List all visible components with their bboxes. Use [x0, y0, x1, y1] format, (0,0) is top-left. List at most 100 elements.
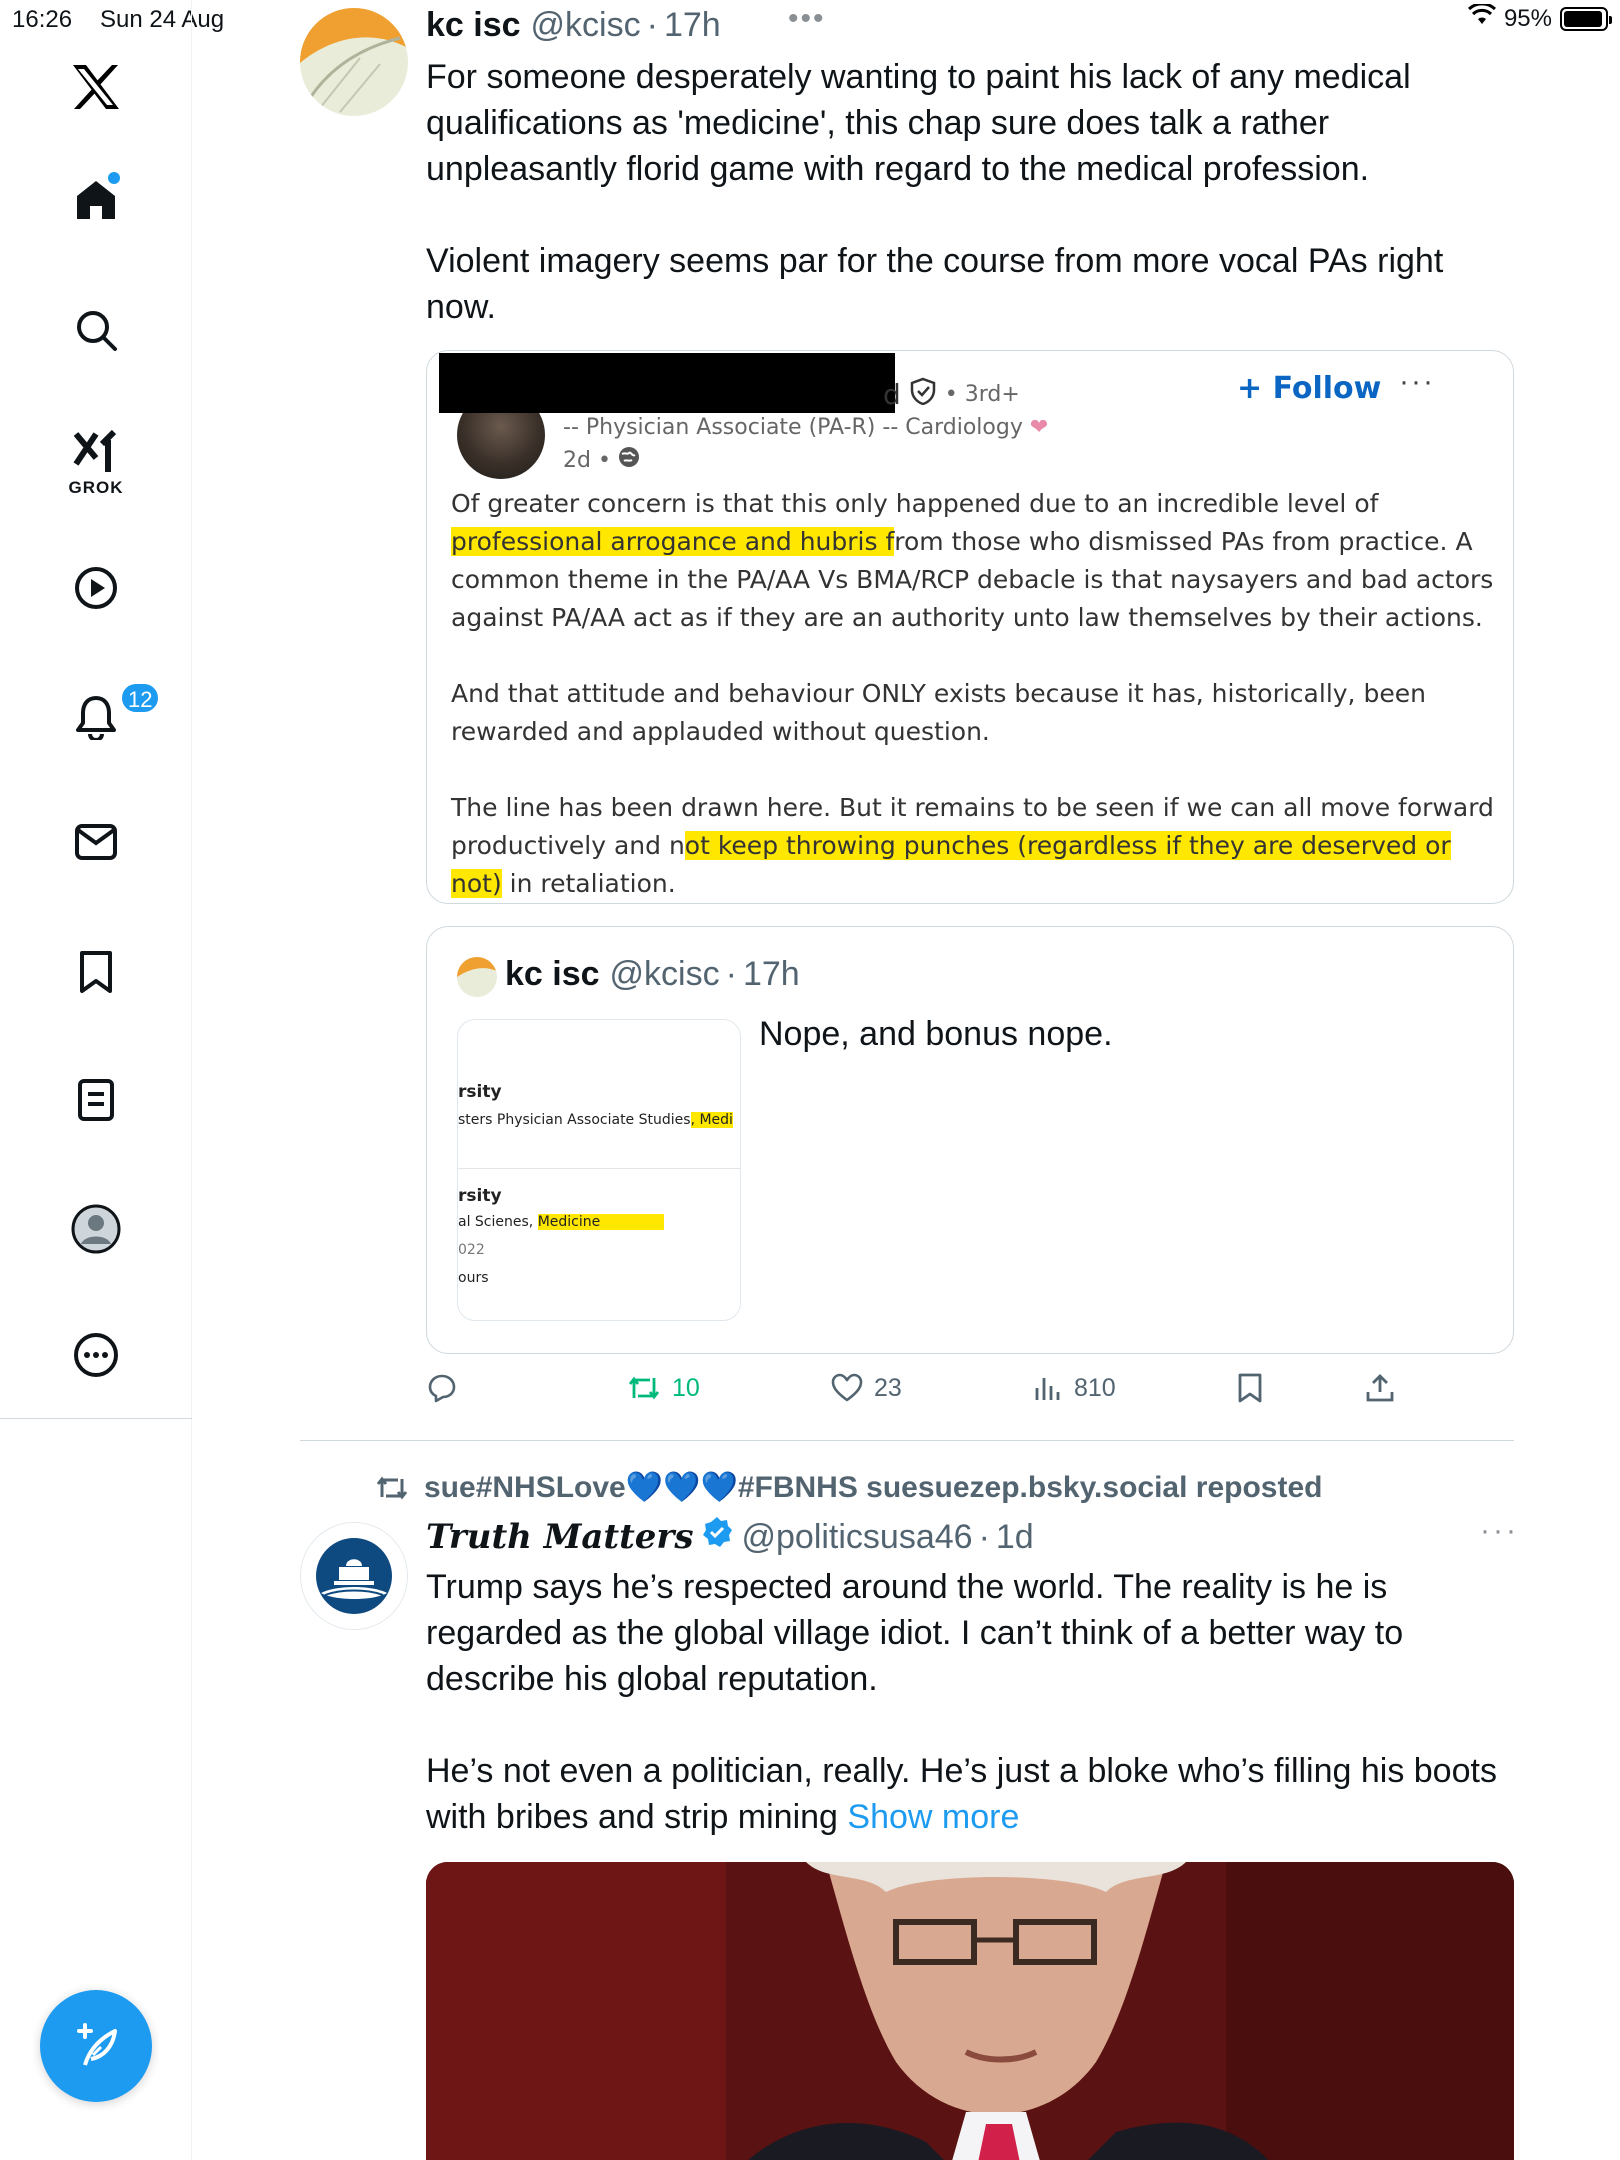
sidebar-divider: [0, 1418, 192, 1419]
linkedin-degree: • 3rd+: [944, 382, 1020, 407]
dot-separator: ·: [978, 1518, 990, 1556]
reply-icon: [428, 1374, 456, 1403]
tweet2-handle[interactable]: @politicsusa46: [741, 1518, 972, 1557]
repost-context[interactable]: sue#NHSLove💙💙💙#FBNHS suesuezep.bsky.soci…: [374, 1470, 1322, 1505]
wifi-icon: [1467, 2, 1496, 33]
notifications-icon[interactable]: 12: [74, 682, 161, 740]
views-count: 810: [1074, 1373, 1116, 1402]
battery-icon: [1560, 6, 1612, 31]
messages-icon[interactable]: [74, 822, 118, 862]
like-button[interactable]: 23: [830, 1372, 902, 1404]
linkedin-follow-button: + Follow: [1237, 371, 1382, 406]
more-icon[interactable]: [73, 1332, 119, 1378]
compose-button[interactable]: [40, 1990, 152, 2102]
video-icon[interactable]: [74, 566, 118, 610]
repost-icon: [628, 1376, 660, 1400]
blue-hearts: 💙💙💙: [625, 1471, 738, 1504]
views-button[interactable]: 810: [1032, 1372, 1116, 1404]
tweet2-author-name[interactable]: Truth Matters: [426, 1517, 693, 1557]
tweet2-text: Trump says he’s respected around the wor…: [426, 1564, 1516, 1840]
shield-verified-icon: [909, 377, 937, 412]
compose-feather-icon: [77, 2023, 117, 2066]
battery-percent: 95%: [1503, 4, 1552, 32]
grok-icon[interactable]: GROK: [69, 428, 123, 497]
views-icon: [1035, 1378, 1060, 1400]
profile-avatar[interactable]: [71, 1204, 121, 1254]
verified-badge-icon: [701, 1516, 733, 1548]
bookmark-button[interactable]: [1236, 1372, 1264, 1404]
notification-badge: 12: [120, 682, 161, 714]
tweet1-time[interactable]: 17h: [664, 6, 721, 45]
linkedin-paragraph: Of greater concern is that this only hap…: [451, 485, 1501, 637]
media-separator: [458, 1168, 740, 1169]
heart-icon: ❤: [1029, 415, 1049, 440]
globe-icon: [617, 445, 641, 475]
linkedin-post-body: Of greater concern is that this only hap…: [451, 485, 1501, 903]
tweet1-author-name[interactable]: kc isc: [426, 6, 521, 45]
quoted-text: Nope, and bonus nope.: [759, 1015, 1113, 1053]
tweet1-handle[interactable]: @kcisc: [531, 6, 641, 45]
quoted-tweet[interactable]: kc isc @kcisc · 17h rsity sters Physicia…: [426, 926, 1514, 1354]
media-entry-line: al Scienes, Medicine: [458, 1214, 665, 1230]
linkedin-text: Of greater concern is that this only hap…: [451, 489, 1379, 518]
search-icon[interactable]: [74, 308, 118, 352]
media-entry-line: sters Physician Associate Studies, Medi: [458, 1112, 733, 1128]
bookmarks-icon[interactable]: [78, 950, 114, 994]
sidebar: GROK 12: [0, 0, 192, 2160]
media-text: sters Physician Associate Studies: [458, 1112, 691, 1128]
linkedin-text: in retaliation.: [501, 869, 676, 898]
reply-button[interactable]: [426, 1372, 468, 1404]
tweet2-paragraph: He’s not even a politician, really. He’s…: [426, 1748, 1516, 1840]
linkedin-highlight: professional arrogance and hubris f: [451, 527, 895, 556]
tweet1-paragraph: For someone desperately wanting to paint…: [426, 58, 1411, 188]
quoted-handle: @kcisc: [609, 955, 720, 993]
reposted-by: sue#NHSLove💙💙💙#FBNHS suesuezep.bsky.soci…: [424, 1470, 1322, 1505]
media-entry-year: 022: [458, 1242, 485, 1258]
media-entry-extra: ours: [458, 1270, 489, 1286]
battery-fill: [1564, 10, 1602, 27]
linkedin-time-text: 2d •: [563, 447, 611, 473]
multitasking-dots[interactable]: •••: [788, 2, 826, 36]
repost-context-icon: [376, 1476, 408, 1499]
show-more-link[interactable]: Show more: [847, 1798, 1019, 1836]
tweet2-more-icon[interactable]: ···: [1480, 1514, 1519, 1548]
tweet2-header: Truth Matters @politicsusa46 · 1d: [426, 1516, 1034, 1557]
bookmark-icon: [1238, 1373, 1262, 1403]
status-bar: 16:26 Sun 24 Aug ••• 95%: [0, 0, 1620, 40]
share-button[interactable]: [1364, 1372, 1396, 1404]
home-icon[interactable]: [74, 172, 120, 222]
tweet1-paragraph: Violent imagery seems par for the course…: [426, 242, 1444, 326]
repost-suffix: #FBNHS suesuezep.bsky.social reposted: [737, 1471, 1323, 1504]
media-highlight: Medicine: [537, 1214, 665, 1230]
quoted-header: kc isc @kcisc · 17h: [505, 955, 800, 994]
grok-label: GROK: [68, 478, 124, 497]
lists-icon[interactable]: [77, 1078, 115, 1122]
redaction-bar: [439, 353, 895, 413]
quoted-time: 17h: [742, 955, 800, 993]
quoted-media[interactable]: rsity sters Physician Associate Studies,…: [457, 1019, 741, 1321]
tweet2-time[interactable]: 1d: [996, 1518, 1034, 1557]
repost-button[interactable]: 10: [626, 1372, 700, 1404]
linkedin-name: d • 3rd+: [883, 377, 1020, 412]
truth-matters-avatar[interactable]: [300, 1522, 408, 1630]
home-unread-dot: [108, 172, 120, 184]
media-entry-title: rsity: [458, 1186, 502, 1206]
media-text: al Scienes,: [458, 1214, 538, 1230]
linkedin-more-icon: ···: [1399, 365, 1435, 398]
dot-separator: ·: [646, 6, 658, 44]
linkedin-headline: -- Physician Associate (PA-R) -- Cardiol…: [563, 415, 1048, 440]
share-icon: [1366, 1374, 1394, 1402]
kcisc-avatar[interactable]: [300, 8, 408, 116]
tweet2-media-photo[interactable]: [426, 1862, 1514, 2160]
status-right: 95%: [1467, 2, 1612, 33]
repost-count: 10: [672, 1373, 700, 1402]
quoted-author-name: kc isc: [505, 955, 600, 993]
linkedin-paragraph: The line has been drawn here. But it rem…: [451, 789, 1501, 903]
like-count: 23: [874, 1373, 902, 1402]
linkedin-paragraph: And that attitude and behaviour ONLY exi…: [451, 679, 1426, 746]
x-logo-icon[interactable]: [71, 64, 121, 110]
media-entry-title: rsity: [458, 1082, 502, 1102]
tweet2-paragraph: Trump says he’s respected around the wor…: [426, 1568, 1404, 1698]
tweet1-actions: 10 23 810: [426, 1372, 1526, 1416]
embedded-linkedin-screenshot[interactable]: d • 3rd+ -- Physician Associate (PA-R) -…: [426, 350, 1514, 904]
